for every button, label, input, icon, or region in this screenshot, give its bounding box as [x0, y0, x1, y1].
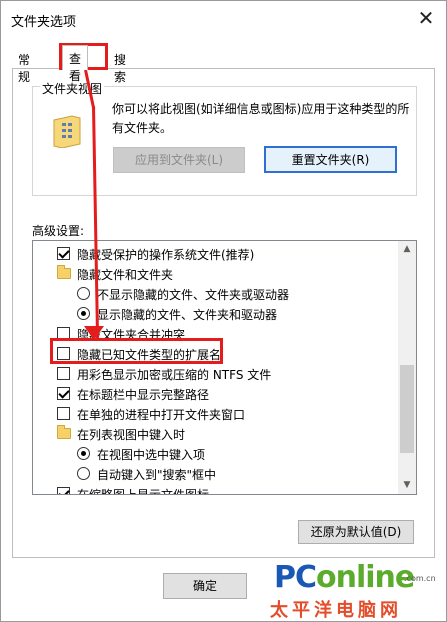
option-label: 隐藏文件和文件夹	[77, 268, 174, 282]
ok-button[interactable]: 确定	[163, 573, 247, 599]
tab-search[interactable]: 搜索	[108, 49, 132, 84]
option-label: 在标题栏中显示完整路径	[77, 388, 210, 402]
window-title: 文件夹选项	[11, 15, 77, 30]
radio-button[interactable]	[77, 467, 90, 480]
checkbox[interactable]	[57, 487, 70, 494]
advanced-settings-list[interactable]: 隐藏受保护的操作系统文件(推荐) 隐藏文件和文件夹不显示隐藏的文件、文件夹或驱动器…	[32, 240, 417, 495]
folder-views-description: 你可以将此视图(如详细信息或图标)应用于这种类型的所有文件夹。	[112, 102, 410, 135]
close-button[interactable]: ✕	[412, 5, 440, 33]
option-label: 在缩略图上显示文件图标	[77, 488, 210, 495]
scroll-down-icon[interactable]: ▼	[398, 477, 416, 494]
checkbox[interactable]	[57, 247, 70, 260]
reset-folders-button[interactable]: 重置文件夹(R)	[264, 146, 397, 173]
pconline-watermark: PConline .com.cn 太平洋电脑网	[268, 560, 443, 621]
scroll-thumb[interactable]	[400, 365, 414, 453]
option-label: 自动键入到"搜索"框中	[97, 468, 217, 482]
checkbox[interactable]	[57, 387, 70, 400]
restore-defaults-button[interactable]: 还原为默认值(D)	[298, 520, 414, 544]
radio-button[interactable]	[77, 307, 90, 320]
radio-button[interactable]	[77, 287, 90, 300]
folder-view-icon	[53, 115, 81, 148]
checkbox[interactable]	[57, 367, 70, 380]
folder-icon	[57, 265, 71, 279]
checkbox[interactable]	[57, 407, 70, 420]
advanced-settings-scrollbar[interactable]: ▲ ▼	[398, 241, 416, 494]
extension-option-highlight	[50, 338, 223, 364]
radio-button[interactable]	[77, 447, 90, 460]
option-label: 用彩色显示加密或压缩的 NTFS 文件	[77, 368, 272, 382]
watermark-domain: .com.cn	[404, 574, 436, 583]
option-label: 不显示隐藏的文件、文件夹或驱动器	[97, 288, 290, 302]
title-bar: 文件夹选项 ✕	[1, 1, 446, 37]
option-label: 在视图中选中键入项	[97, 448, 206, 462]
option-label: 在列表视图中键入时	[77, 428, 186, 442]
advanced-settings-label: 高级设置:	[32, 224, 85, 238]
folder-icon	[57, 425, 71, 439]
scroll-up-icon[interactable]: ▲	[398, 241, 416, 258]
apply-to-folders-button[interactable]: 应用到文件夹(L)	[113, 147, 245, 173]
option-label: 隐藏受保护的操作系统文件(推荐)	[77, 248, 255, 262]
tab-general[interactable]: 常规	[12, 49, 36, 84]
option-label: 在单独的进程中打开文件夹窗口	[77, 408, 246, 422]
watermark-brand: PConline	[274, 560, 415, 595]
tab-view[interactable]: 查看	[62, 45, 89, 83]
watermark-chinese: 太平洋电脑网	[270, 600, 402, 621]
annotation-arrowhead-icon	[84, 326, 104, 340]
option-label: 显示隐藏的文件、文件夹和驱动器	[97, 308, 278, 322]
